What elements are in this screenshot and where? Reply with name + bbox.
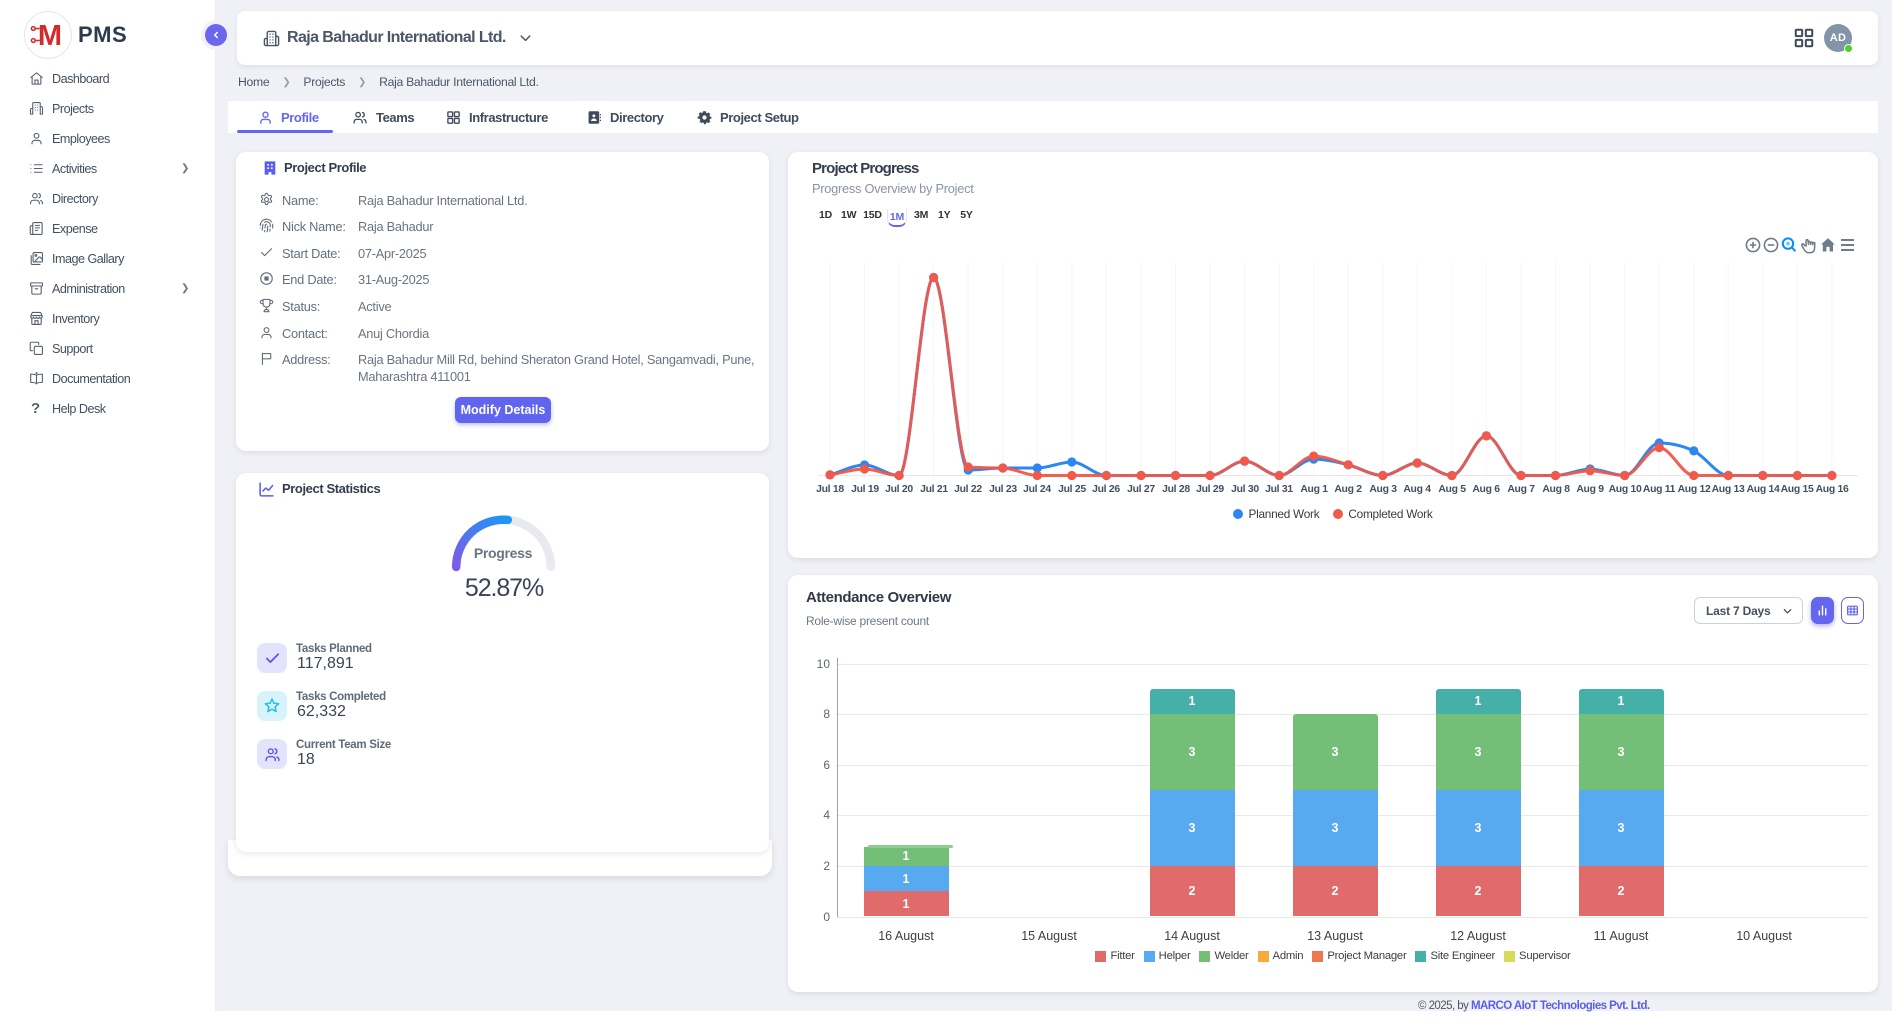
svg-text:M: M [38,20,62,52]
